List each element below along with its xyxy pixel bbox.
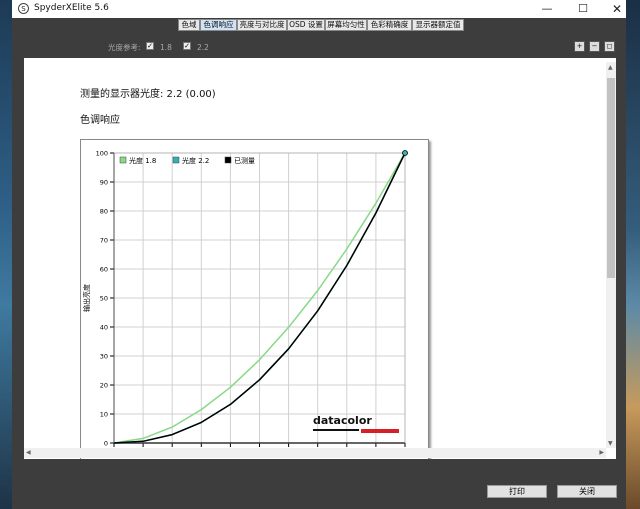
close-window-button[interactable]: ✕ [602, 0, 632, 18]
tone-response-chart: 0 10 20 30 40 50 60 70 80 90 100 输出亮度 光度 1.8 光度 2.2 已测… [80, 139, 429, 459]
zoom-fit-icon[interactable]: ◻ [604, 41, 615, 52]
legend-label: 光度 2.2 [182, 156, 209, 165]
curve-end-marker [402, 150, 408, 156]
tab-tone-response[interactable]: 色调响应 [200, 19, 237, 31]
legend-swatch [119, 156, 127, 164]
gamma-1-8-checkbox[interactable]: ✓ [146, 42, 154, 50]
gamma-2-2-checkbox[interactable]: ✓ [183, 42, 191, 50]
tab-display-rating[interactable]: 显示器额定值 [412, 19, 464, 31]
y-axis-label: 输出亮度 [82, 284, 91, 312]
datacolor-logo-underline [313, 429, 359, 431]
tab-brightness-contrast[interactable]: 亮度与对比度 [237, 19, 287, 31]
tab-bar: 色域 色调响应 亮度与对比度 OSD 设置 屏幕均匀性 色彩精确度 显示器额定值 [12, 18, 626, 32]
y-tick-label: 80 [100, 208, 108, 216]
title-bar: S SpyderXElite 5.6 — ☐ ✕ [12, 0, 626, 18]
close-button[interactable]: 关闭 [557, 485, 617, 498]
gamma-2-2-label: 2.2 [197, 43, 209, 52]
legend-swatch [172, 156, 180, 164]
y-tick-label: 20 [100, 382, 108, 390]
y-tick-label: 70 [100, 237, 108, 245]
print-button[interactable]: 打印 [487, 485, 547, 498]
desktop-background-right [626, 0, 640, 509]
section-title: 色调响应 [80, 115, 120, 126]
minimize-button[interactable]: — [532, 0, 562, 18]
app-window: S SpyderXElite 5.6 — ☐ ✕ 色域 色调响应 亮度与对比度 … [12, 0, 626, 509]
gamma-reference-row: 光度参考: ✓ 1.8 ✓ 2.2 [12, 40, 626, 54]
y-tick-label: 10 [100, 411, 108, 419]
y-tick-label: 30 [100, 353, 108, 361]
vertical-scrollbar[interactable]: ▲ ▼ [606, 62, 616, 448]
chart-svg: 0 10 20 30 40 50 60 70 80 90 100 输出亮度 光度 1.8 光度 2.2 已测… [82, 150, 408, 448]
tab-color-accuracy[interactable]: 色彩精确度 [367, 19, 412, 31]
horizontal-scrollbar[interactable]: ◀ ▶ [24, 448, 606, 458]
zoom-out-icon[interactable]: − [589, 41, 600, 52]
legend-label: 光度 1.8 [129, 156, 156, 165]
legend-swatch [224, 156, 232, 164]
legend-label: 已测量 [234, 157, 255, 165]
y-tick-label: 90 [100, 179, 108, 187]
zoom-in-icon[interactable]: + [574, 41, 585, 52]
scrollbar-thumb[interactable] [607, 78, 615, 278]
y-tick-label: 100 [96, 150, 108, 158]
report-panel: 测量的显示器光度: 2.2 (0.00) 色调响应 0 10 20 30 40 50 60 7… [24, 58, 616, 459]
desktop-background-left [0, 0, 12, 509]
gamma-1-8-label: 1.8 [160, 43, 172, 52]
tab-osd-settings[interactable]: OSD 设置 [287, 19, 325, 31]
tab-gamut[interactable]: 色域 [178, 19, 200, 31]
app-logo-icon: S [18, 3, 29, 14]
tab-screen-uniformity[interactable]: 屏幕均匀性 [325, 19, 367, 31]
y-tick-label: 0 [104, 440, 108, 448]
measured-gamma-text: 测量的显示器光度: 2.2 (0.00) [80, 89, 216, 100]
y-tick-label: 60 [100, 266, 108, 274]
window-title: SpyderXElite 5.6 [34, 3, 109, 13]
datacolor-logo: datacolor [313, 414, 372, 427]
maximize-button[interactable]: ☐ [568, 0, 598, 18]
y-tick-label: 50 [100, 295, 108, 303]
datacolor-logo-bar [361, 429, 399, 433]
y-tick-label: 40 [100, 324, 108, 332]
gamma-reference-label: 光度参考: [108, 43, 141, 52]
